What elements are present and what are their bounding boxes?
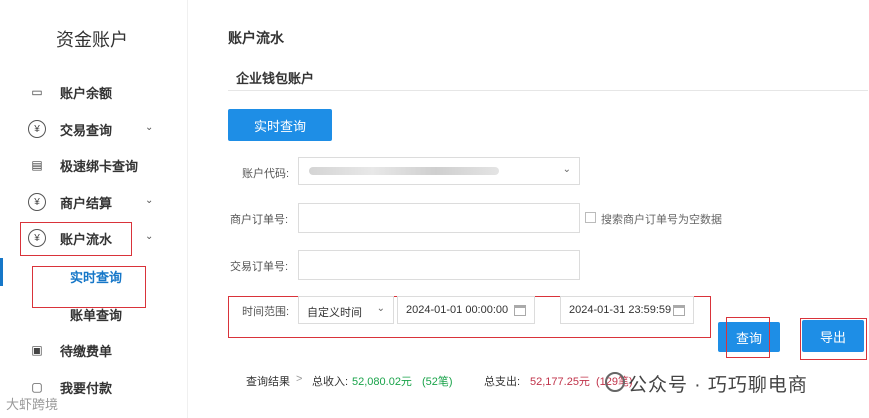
- sidebar-item-label: 账户余额: [60, 85, 113, 101]
- chevron-down-icon: ⌄: [562, 164, 571, 175]
- page-title: 账户流水: [228, 30, 284, 46]
- start-time-input[interactable]: 2024-01-01 00:00:00: [397, 296, 535, 324]
- chevron-down-icon: ⌄: [145, 122, 154, 133]
- merchant-order-label: 商户订单号:: [230, 214, 289, 226]
- receipt-icon: ▣: [31, 343, 43, 357]
- total-expense-value: 52,177.25元: [530, 376, 590, 388]
- sidebar-subitem-label: 账单查询: [70, 307, 123, 323]
- blurred-account-value: [309, 167, 499, 175]
- total-expense-label: 总支出:: [484, 376, 521, 388]
- time-range-label: 时间范围:: [242, 306, 290, 318]
- sidebar-item-label: 我要付款: [60, 380, 113, 396]
- sidebar-item-account-balance[interactable]: ▭ 账户余额: [0, 78, 188, 106]
- merchant-order-input[interactable]: [298, 203, 580, 233]
- highlight-box: [20, 222, 132, 256]
- sidebar-item-card-binding-query[interactable]: ▤ 极速绑卡查询: [0, 151, 188, 179]
- query-result-label: 查询结果: [246, 376, 290, 388]
- calendar-icon: [514, 305, 526, 316]
- transaction-order-label: 交易订单号:: [230, 261, 289, 273]
- main-content: 账户流水 企业钱包账户 实时查询 账户代码: ⌄ 商户订单号: 搜索商户订单号为…: [188, 0, 869, 418]
- sidebar-title: 资金账户: [56, 30, 128, 50]
- sidebar-subitem-bill-query[interactable]: 账单查询: [0, 300, 188, 328]
- start-time-value: 2024-01-01 00:00:00: [406, 304, 509, 316]
- sidebar-item-merchant-settlement[interactable]: ¥ 商户结算 ⌄: [0, 188, 188, 216]
- tab-enterprise-wallet[interactable]: 企业钱包账户: [236, 68, 314, 87]
- chevron-down-icon: ⌄: [145, 195, 154, 206]
- time-range-select[interactable]: 自定义时间 ⌄: [298, 296, 394, 324]
- total-income-value: 52,080.02元: [352, 376, 412, 388]
- sidebar-item-pending-payment[interactable]: ▣ 待缴费单: [0, 336, 188, 364]
- total-income-count: (52笔): [422, 376, 453, 388]
- time-range-select-value: 自定义时间: [307, 307, 362, 319]
- watermark-text: 公众号 · 巧巧聊电商: [628, 375, 808, 396]
- transaction-order-input[interactable]: [298, 250, 580, 280]
- highlight-box: [726, 317, 770, 358]
- end-time-input[interactable]: 2024-01-31 23:59:59: [560, 296, 694, 324]
- chevron-down-icon: ⌄: [376, 303, 385, 314]
- sidebar-item-label: 待缴费单: [60, 343, 113, 359]
- empty-order-checkbox-label: 搜索商户订单号为空数据: [601, 214, 722, 226]
- total-income-label: 总收入:: [312, 376, 349, 388]
- divider: [228, 90, 868, 91]
- card-icon: ▤: [31, 158, 43, 172]
- sidebar-item-label: 交易查询: [60, 122, 113, 138]
- highlight-box: [800, 318, 867, 360]
- empty-order-checkbox[interactable]: [585, 212, 596, 223]
- sidebar: 资金账户 ▭ 账户余额 ¥ 交易查询 ⌄ ▤ 极速绑卡查询 ¥ 商户结算 ⌄ ¥…: [0, 0, 188, 418]
- sidebar-item-label: 商户结算: [60, 195, 113, 211]
- yen-icon: ¥: [28, 120, 46, 138]
- account-code-label: 账户代码:: [242, 168, 290, 180]
- sidebar-item-transaction-query[interactable]: ¥ 交易查询 ⌄: [0, 115, 188, 143]
- end-time-value: 2024-01-31 23:59:59: [569, 304, 672, 316]
- sidebar-item-label: 极速绑卡查询: [60, 158, 139, 174]
- chevron-down-icon: ⌄: [145, 231, 154, 242]
- wechat-logo-icon: [605, 372, 625, 392]
- calendar-icon: [673, 305, 685, 316]
- realtime-query-button[interactable]: 实时查询: [228, 109, 332, 141]
- chevron-right-icon: >: [296, 373, 303, 385]
- watermark-bottom: 大虾跨境: [6, 397, 59, 412]
- account-code-select[interactable]: ⌄: [298, 157, 580, 185]
- yen-icon: ¥: [28, 193, 46, 211]
- folder-icon: ▭: [31, 85, 43, 99]
